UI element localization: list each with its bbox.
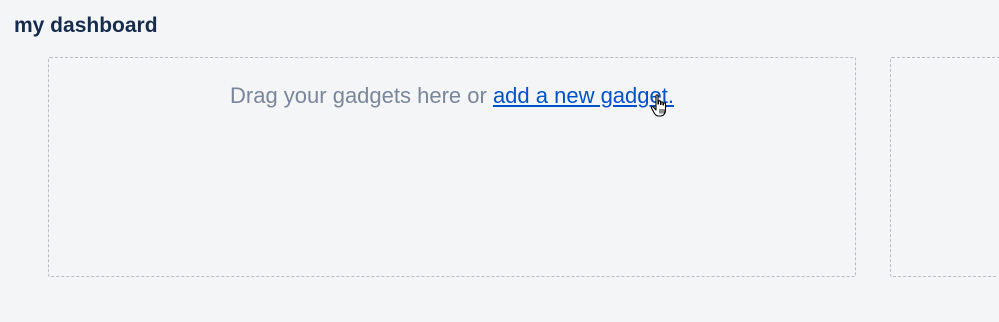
- gadget-column-secondary[interactable]: [890, 57, 999, 277]
- dropzone-instruction-text: Drag your gadgets here or: [230, 83, 493, 108]
- add-new-gadget-link[interactable]: add a new gadget.: [493, 83, 674, 108]
- page-title: my dashboard: [14, 14, 158, 37]
- dashboard-page: my dashboard Drag your gadgets here or a…: [0, 0, 999, 322]
- dropzone-message: Drag your gadgets here or add a new gadg…: [49, 82, 855, 110]
- gadget-column-primary[interactable]: Drag your gadgets here or add a new gadg…: [48, 57, 856, 277]
